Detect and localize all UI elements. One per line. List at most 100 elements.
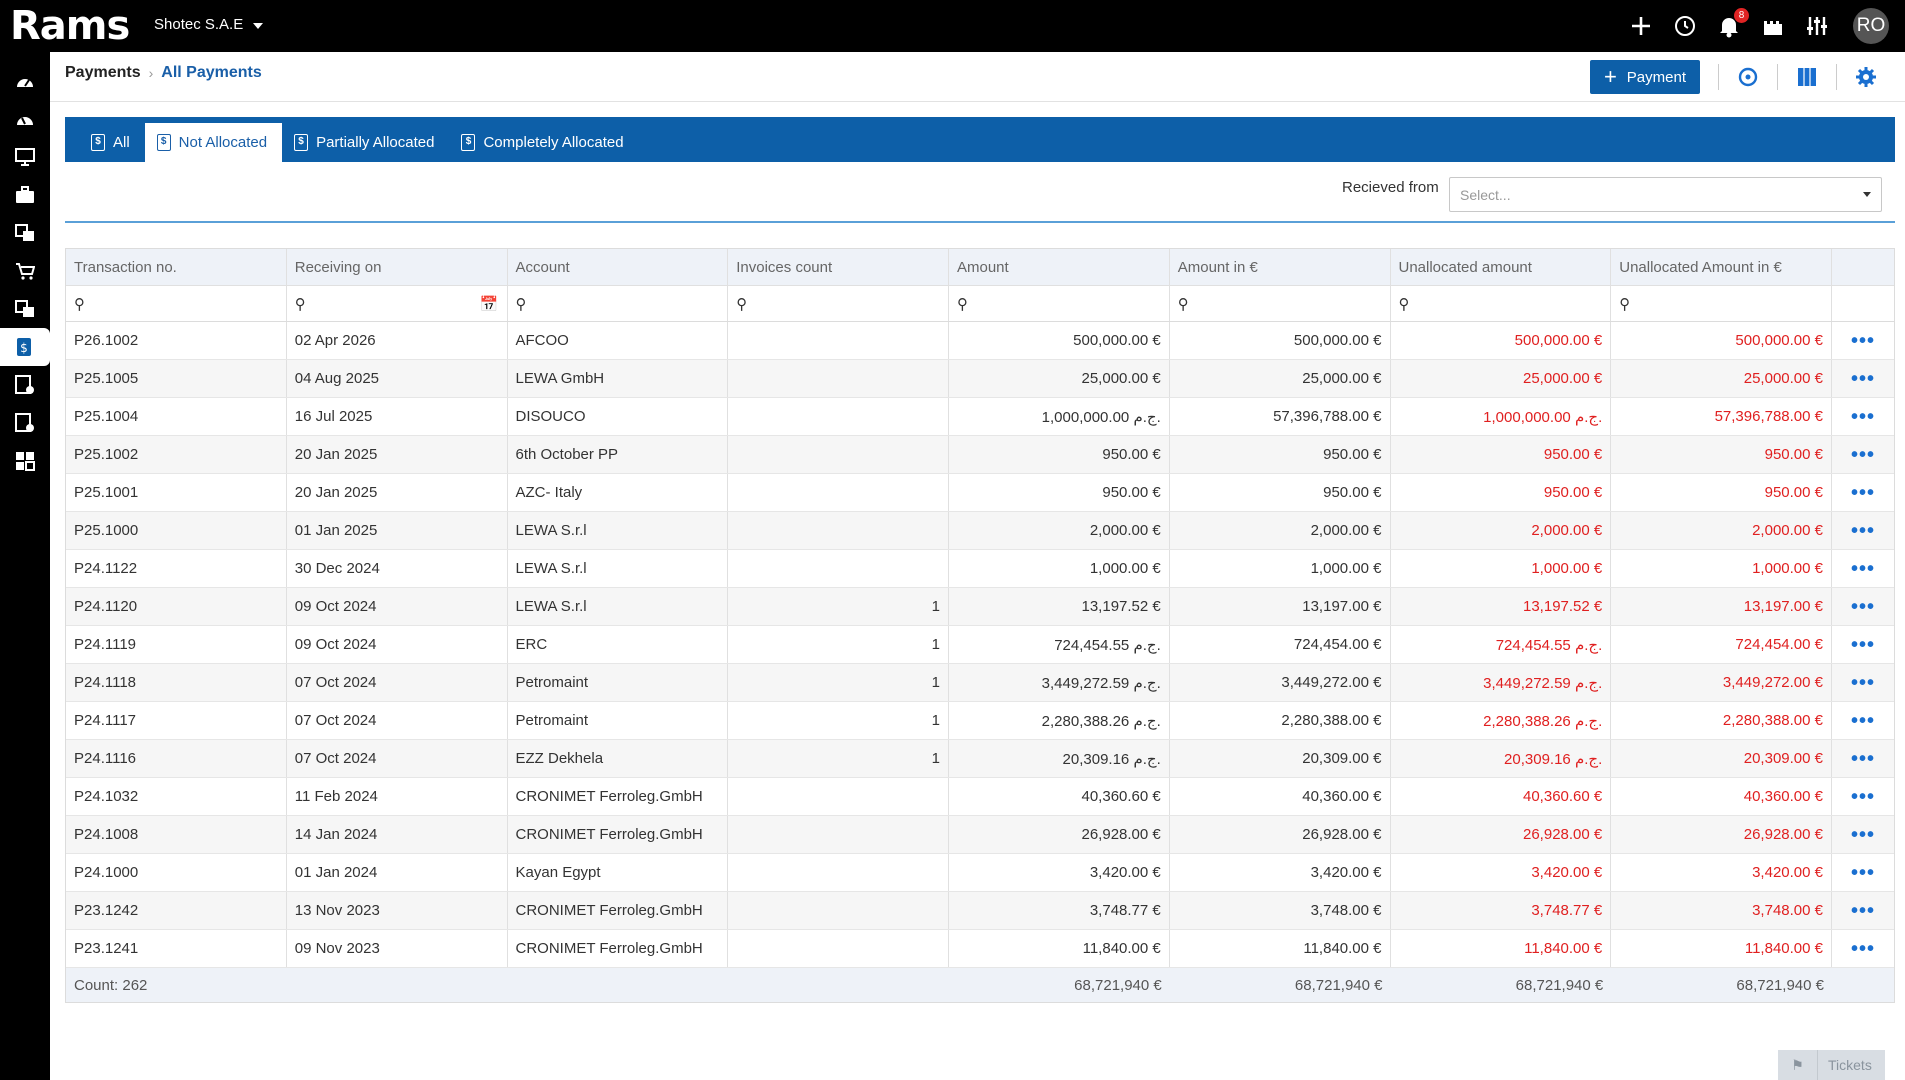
invoice-cancel-icon[interactable] bbox=[0, 404, 50, 442]
cell-unallocated-amount-eur: 950.00 € bbox=[1611, 474, 1832, 511]
more-options-icon[interactable]: ••• bbox=[1851, 711, 1875, 731]
notifications-bell-icon[interactable]: 8 bbox=[1717, 8, 1749, 38]
search-input-amount-eur[interactable]: ⚲ bbox=[1170, 286, 1391, 321]
search-input-account[interactable]: ⚲ bbox=[508, 286, 729, 321]
svg-text:$: $ bbox=[20, 341, 28, 355]
more-options-icon[interactable]: ••• bbox=[1851, 483, 1875, 503]
column-header-amount-eur[interactable]: Amount in € bbox=[1170, 249, 1391, 285]
cell-unallocated-amount-eur: 40,360.00 € bbox=[1611, 778, 1832, 815]
more-options-icon[interactable]: ••• bbox=[1851, 407, 1875, 427]
search-input-amount[interactable]: ⚲ bbox=[949, 286, 1170, 321]
column-header-invoices-count[interactable]: Invoices count bbox=[728, 249, 949, 285]
more-options-icon[interactable]: ••• bbox=[1851, 331, 1875, 351]
briefcase-icon[interactable] bbox=[0, 176, 50, 214]
column-header-receiving-on[interactable]: Receiving on bbox=[287, 249, 508, 285]
more-options-icon[interactable]: ••• bbox=[1851, 559, 1875, 579]
column-header-unallocated-amount[interactable]: Unallocated amount bbox=[1391, 249, 1612, 285]
plus-icon[interactable] bbox=[1629, 14, 1653, 38]
table-row[interactable]: P24.1120 09 Oct 2024 LEWA S.r.l 1 13,197.52 … bbox=[66, 588, 1894, 626]
column-header-transaction-no[interactable]: Transaction no. bbox=[66, 249, 287, 285]
search-input-unallocated-amount[interactable]: ⚲ bbox=[1391, 286, 1612, 321]
table-row[interactable]: P23.1241 09 Nov 2023 CRONIMET Ferroleg.Gmb… bbox=[66, 930, 1894, 968]
column-header-account[interactable]: Account bbox=[508, 249, 729, 285]
table-row[interactable]: P24.1008 14 Jan 2024 CRONIMET Ferroleg.Gmb… bbox=[66, 816, 1894, 854]
table-row[interactable]: P24.1000 01 Jan 2024 Kayan Egypt 3,420.00 €… bbox=[66, 854, 1894, 892]
more-options-icon[interactable]: ••• bbox=[1851, 673, 1875, 693]
breadcrumb-root[interactable]: Payments bbox=[65, 64, 141, 82]
more-options-icon[interactable]: ••• bbox=[1851, 445, 1875, 465]
dashboard-icon[interactable] bbox=[0, 62, 50, 100]
cell-unallocated-amount-eur: 3,748.00 € bbox=[1611, 892, 1832, 929]
table-row[interactable]: P25.1001 20 Jan 2025 AZC- Italy 950.00 €950… bbox=[66, 474, 1894, 512]
calendar-icon[interactable]: 📅 bbox=[480, 295, 499, 313]
speedometer-icon[interactable] bbox=[0, 100, 50, 138]
user-avatar[interactable]: RO bbox=[1853, 8, 1889, 44]
more-options-icon[interactable]: ••• bbox=[1851, 369, 1875, 389]
table-row[interactable]: P24.1118 07 Oct 2024 Petromaint 1 3,449,272.… bbox=[66, 664, 1894, 702]
payments-icon[interactable]: $ bbox=[0, 328, 50, 366]
more-options-icon[interactable]: ••• bbox=[1851, 597, 1875, 617]
table-row[interactable]: P24.1116 07 Oct 2024 EZZ Dekhela 1 20,309.16… bbox=[66, 740, 1894, 778]
table-row[interactable]: P26.1002 02 Apr 2026 AFCOO 500,000.00 €500,… bbox=[66, 322, 1894, 360]
more-options-icon[interactable]: ••• bbox=[1851, 635, 1875, 655]
more-options-icon[interactable]: ••• bbox=[1851, 787, 1875, 807]
columns-icon[interactable] bbox=[1796, 66, 1818, 88]
more-options-icon[interactable]: ••• bbox=[1851, 863, 1875, 883]
cell-amount-eur: 2,000.00 € bbox=[1170, 512, 1391, 549]
tickets-button[interactable]: ⚑ Tickets bbox=[1778, 1050, 1885, 1080]
refresh-icon[interactable] bbox=[1737, 66, 1759, 88]
breadcrumb-current[interactable]: All Payments bbox=[161, 64, 261, 82]
tab-all[interactable]: $ All bbox=[79, 123, 145, 162]
received-from-select[interactable]: Select... bbox=[1449, 177, 1882, 212]
cell-transaction-no: P25.1005 bbox=[66, 360, 287, 397]
organization-selector[interactable]: Shotec S.A.E bbox=[154, 16, 264, 33]
table-row[interactable]: P23.1242 13 Nov 2023 CRONIMET Ferroleg.Gmb… bbox=[66, 892, 1894, 930]
cart-icon[interactable] bbox=[0, 252, 50, 290]
reports-grid-icon[interactable] bbox=[0, 442, 50, 480]
more-options-icon[interactable]: ••• bbox=[1851, 521, 1875, 541]
gear-icon[interactable] bbox=[1855, 66, 1877, 88]
search-input-transaction-no[interactable]: ⚲ bbox=[66, 286, 287, 321]
more-options-icon[interactable]: ••• bbox=[1851, 939, 1875, 959]
row-actions-cell: ••• bbox=[1832, 360, 1894, 397]
table-row[interactable]: P24.1122 30 Dec 2024 LEWA S.r.l 1,000.00 €1… bbox=[66, 550, 1894, 588]
column-header-unallocated-amount-eur[interactable]: Unallocated Amount in € bbox=[1611, 249, 1832, 285]
cell-amount: 3,748.77 € bbox=[949, 892, 1170, 929]
cell-amount-eur: 1,000.00 € bbox=[1170, 550, 1391, 587]
tab-completely-allocated[interactable]: $ Completely Allocated bbox=[449, 123, 638, 162]
table-header-row: Transaction no. Receiving on Account Inv… bbox=[66, 249, 1894, 286]
table-row[interactable]: P24.1119 09 Oct 2024 ERC 1 724,454.55 ج.م. 72… bbox=[66, 626, 1894, 664]
tab-partially-allocated[interactable]: $ Partially Allocated bbox=[282, 123, 449, 162]
settings-sliders-icon[interactable] bbox=[1805, 14, 1829, 38]
table-row[interactable]: P25.1000 01 Jan 2025 LEWA S.r.l 2,000.00 €2… bbox=[66, 512, 1894, 550]
total-amount-eur: 68,721,940 € bbox=[1294, 976, 1383, 994]
table-row[interactable]: P24.1032 11 Feb 2024 CRONIMET Ferroleg.Gmb… bbox=[66, 778, 1894, 816]
documents-icon[interactable] bbox=[0, 214, 50, 252]
cell-unallocated-amount: 13,197.52 € bbox=[1391, 588, 1612, 625]
more-options-icon[interactable]: ••• bbox=[1851, 901, 1875, 921]
files-icon[interactable] bbox=[0, 290, 50, 328]
monitor-icon[interactable] bbox=[0, 138, 50, 176]
table-row[interactable]: P24.1117 07 Oct 2024 Petromaint 1 2,280,388.… bbox=[66, 702, 1894, 740]
invoice-check-icon[interactable] bbox=[0, 366, 50, 404]
castle-icon[interactable] bbox=[1761, 14, 1785, 38]
cell-unallocated-amount: 2,280,388.26 ج.م. bbox=[1391, 702, 1612, 739]
history-icon[interactable] bbox=[1673, 14, 1697, 38]
table-row[interactable]: P25.1002 20 Jan 2025 6th October PP 950.00 … bbox=[66, 436, 1894, 474]
add-payment-button[interactable]: + Payment bbox=[1589, 60, 1700, 94]
column-header-amount[interactable]: Amount bbox=[949, 249, 1170, 285]
tab-not-allocated[interactable]: $ Not Allocated bbox=[144, 123, 283, 162]
cell-amount: 13,197.52 € bbox=[949, 588, 1170, 625]
cell-unallocated-amount: 950.00 € bbox=[1391, 436, 1612, 473]
search-icon: ⚲ bbox=[1177, 295, 1189, 313]
more-options-icon[interactable]: ••• bbox=[1851, 825, 1875, 845]
search-input-invoices-count[interactable]: ⚲ bbox=[728, 286, 949, 321]
search-input-receiving-on[interactable]: ⚲ 📅 bbox=[287, 286, 508, 321]
search-input-unallocated-amount-eur[interactable]: ⚲ bbox=[1611, 286, 1832, 321]
cell-invoices-count bbox=[728, 322, 949, 359]
cell-unallocated-amount-eur: 25,000.00 € bbox=[1611, 360, 1832, 397]
table-row[interactable]: P25.1005 04 Aug 2025 LEWA GmbH 25,000.00 €2… bbox=[66, 360, 1894, 398]
table-row[interactable]: P25.1004 16 Jul 2025 DISOUCO 1,000,000.00 ج… bbox=[66, 398, 1894, 436]
app-logo[interactable]: Rams bbox=[10, 6, 130, 46]
more-options-icon[interactable]: ••• bbox=[1851, 749, 1875, 769]
